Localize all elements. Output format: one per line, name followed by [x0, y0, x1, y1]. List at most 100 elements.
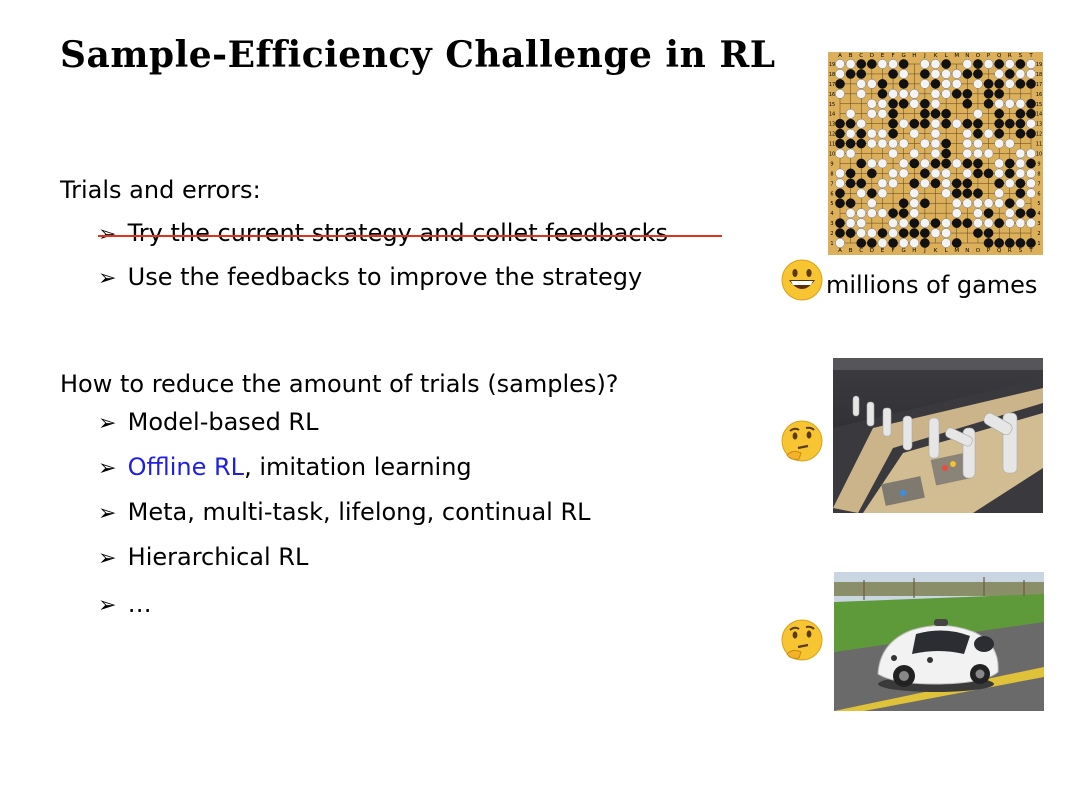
svg-text:18: 18 [1036, 72, 1042, 78]
svg-text:S: S [1019, 53, 1023, 59]
svg-text:2: 2 [1037, 231, 1040, 237]
svg-text:A: A [838, 248, 842, 254]
svg-text:E: E [881, 248, 885, 254]
svg-text:E: E [881, 53, 885, 59]
svg-text:J: J [923, 248, 926, 254]
svg-text:B: B [849, 248, 853, 254]
robot-arms-image [833, 358, 1043, 513]
svg-text:T: T [1028, 248, 1033, 254]
svg-text:J: J [923, 53, 926, 59]
svg-text:16: 16 [1036, 92, 1042, 98]
svg-text:D: D [870, 53, 874, 59]
svg-text:11: 11 [829, 142, 835, 148]
svg-text:19: 19 [829, 62, 835, 68]
go-board-image: A A B B C C D D E E F F G G H H J J K K L L M M N N O O P P Q Q R R S S T T 19… [828, 52, 1043, 255]
svg-text:3: 3 [1037, 221, 1040, 227]
svg-text:19: 19 [1036, 62, 1042, 68]
svg-text:13: 13 [829, 122, 835, 128]
svg-text:12: 12 [1036, 132, 1042, 138]
svg-text:C: C [859, 248, 863, 254]
svg-text:A: A [838, 53, 842, 59]
svg-text:H: H [912, 248, 916, 254]
svg-text:15: 15 [1036, 102, 1042, 108]
svg-text:1: 1 [830, 241, 833, 247]
svg-text:4: 4 [830, 211, 833, 217]
arrowhead-bullet-icon: ➢ [98, 546, 117, 571]
svg-text:O: O [976, 248, 981, 254]
bullet-text: Try the current strategy and collet feed… [127, 219, 668, 247]
bullet-use-feedback: ➢ Use the feedbacks to improve the strat… [98, 263, 642, 291]
svg-text:4: 4 [1037, 211, 1040, 217]
self-driving-car-image [834, 572, 1044, 711]
svg-text:R: R [1008, 53, 1012, 59]
reduce-trials-heading: How to reduce the amount of trials (samp… [60, 370, 619, 398]
svg-text:10: 10 [1036, 152, 1042, 158]
svg-text:9: 9 [830, 161, 833, 167]
bullet-text: Use the feedbacks to improve the strateg… [127, 263, 643, 291]
bullet-text: , imitation learning [244, 453, 472, 481]
slide-title: Sample-Efficiency Challenge in RL [60, 34, 776, 76]
svg-text:B: B [849, 53, 853, 59]
svg-text:D: D [870, 248, 874, 254]
svg-text:3: 3 [830, 221, 833, 227]
svg-text:T: T [1028, 53, 1033, 59]
svg-text:M: M [954, 53, 959, 59]
thinking-face-icon [779, 618, 825, 668]
svg-text:18: 18 [829, 72, 835, 78]
bullet-ellipsis: ➢ … [98, 590, 152, 618]
thinking-face-icon [779, 419, 825, 469]
svg-text:1: 1 [1037, 241, 1040, 247]
svg-text:10: 10 [829, 152, 835, 158]
arrowhead-bullet-icon: ➢ [98, 501, 117, 526]
svg-text:16: 16 [829, 92, 835, 98]
bullet-text: Meta, multi-task, lifelong, continual RL [127, 498, 591, 526]
svg-text:13: 13 [1036, 122, 1042, 128]
bullet-text: … [127, 590, 152, 618]
bullet-model-based: ➢ Model-based RL [98, 408, 318, 436]
svg-text:7: 7 [1037, 181, 1040, 187]
svg-text:14: 14 [1036, 112, 1042, 118]
svg-text:17: 17 [829, 82, 835, 88]
svg-text:17: 17 [1036, 82, 1042, 88]
svg-text:11: 11 [1036, 142, 1042, 148]
arrowhead-bullet-icon: ➢ [98, 266, 117, 291]
svg-text:Q: Q [997, 53, 1002, 59]
svg-text:F: F [891, 248, 894, 254]
svg-text:R: R [1008, 248, 1012, 254]
bullet-try-strategy: ➢ Try the current strategy and collet fe… [98, 219, 668, 247]
svg-text:K: K [934, 248, 938, 254]
svg-text:C: C [859, 53, 863, 59]
offline-rl-highlight: Offline RL [127, 453, 245, 481]
svg-text:6: 6 [1037, 191, 1040, 197]
svg-text:7: 7 [830, 181, 833, 187]
strikethrough-line [98, 235, 722, 237]
bullet-meta-rl: ➢ Meta, multi-task, lifelong, continual … [98, 498, 591, 526]
bullet-offline-rl: ➢ Offline RL, imitation learning [98, 453, 472, 481]
arrowhead-bullet-icon: ➢ [98, 593, 117, 618]
svg-text:H: H [912, 53, 916, 59]
svg-text:2: 2 [830, 231, 833, 237]
svg-text:8: 8 [830, 171, 833, 177]
svg-text:G: G [902, 248, 906, 254]
bullet-text: Model-based RL [127, 408, 319, 436]
svg-text:S: S [1019, 248, 1023, 254]
svg-text:15: 15 [829, 102, 835, 108]
svg-text:12: 12 [829, 132, 835, 138]
svg-text:G: G [902, 53, 906, 59]
svg-text:K: K [934, 53, 938, 59]
arrowhead-bullet-icon: ➢ [98, 456, 117, 481]
svg-text:N: N [965, 248, 969, 254]
trials-heading: Trials and errors: [60, 176, 261, 204]
svg-text:6: 6 [830, 191, 833, 197]
bullet-text: Hierarchical RL [127, 543, 309, 571]
millions-of-games-caption: millions of games [826, 271, 1038, 299]
grinning-face-icon [780, 258, 824, 306]
svg-text:N: N [965, 53, 969, 59]
svg-text:8: 8 [1037, 171, 1040, 177]
svg-text:M: M [954, 248, 959, 254]
svg-text:5: 5 [1037, 201, 1040, 207]
svg-text:14: 14 [829, 112, 835, 118]
bullet-hierarchical-rl: ➢ Hierarchical RL [98, 543, 308, 571]
svg-text:F: F [891, 53, 894, 59]
svg-text:O: O [976, 53, 981, 59]
